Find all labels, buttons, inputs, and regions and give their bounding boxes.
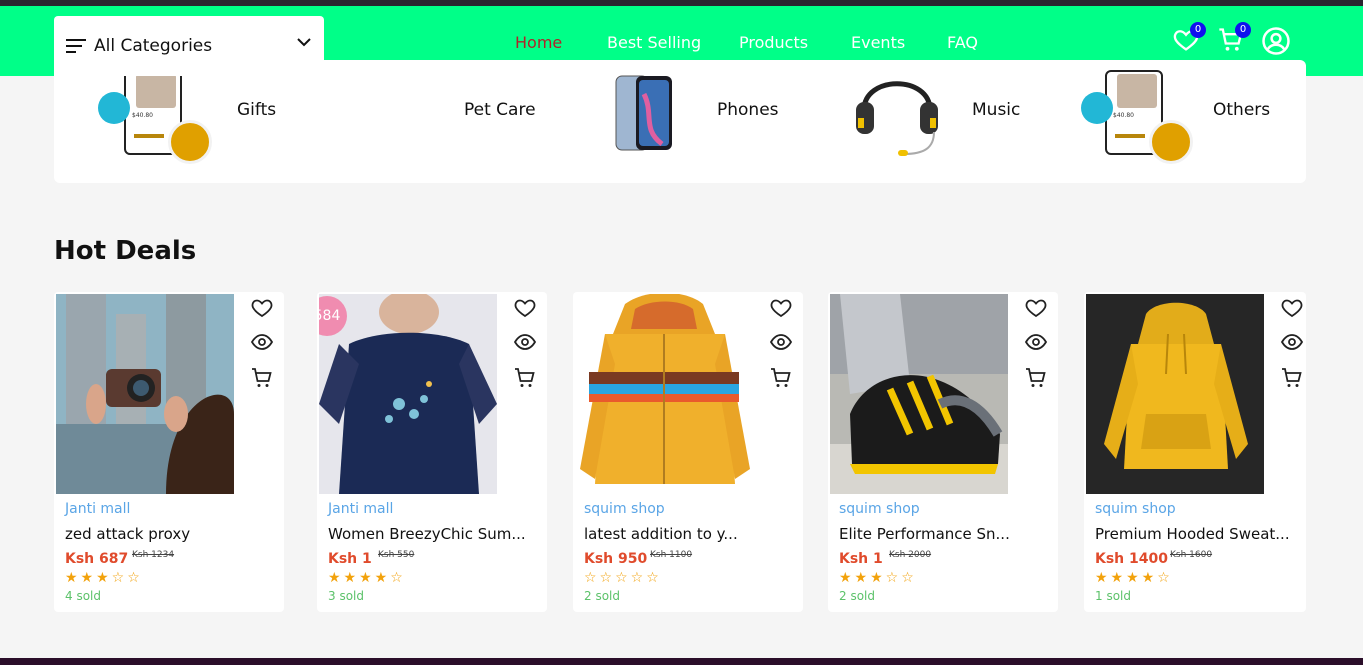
product-price: Ksh 687 — [65, 551, 129, 567]
category-name: Others — [1213, 100, 1271, 120]
shop-name[interactable]: squim shop — [839, 501, 920, 517]
category-others[interactable]: $40.80 Others — [1081, 70, 1291, 166]
wishlist-count-badge: 0 — [1190, 22, 1206, 38]
category-name: Phones — [717, 100, 779, 120]
sold-count: 4 sold — [65, 589, 101, 603]
nav-home[interactable]: Home — [515, 33, 562, 52]
hot-deals-title: Hot Deals — [54, 236, 197, 266]
add-to-cart-icon[interactable] — [513, 366, 537, 390]
original-price: Ksh 1100 — [650, 550, 693, 560]
category-phones[interactable]: Phones — [610, 75, 810, 166]
product-price: Ksh 1 — [839, 551, 883, 567]
product-card[interactable]: squim shop Elite Performance Sn... Ksh 1… — [828, 292, 1058, 612]
footer-strip — [0, 658, 1363, 665]
add-to-cart-icon[interactable] — [1024, 366, 1048, 390]
heart-icon[interactable] — [1280, 296, 1304, 320]
product-card[interactable]: Janti mall zed attack proxy Ksh 687 Ksh … — [54, 292, 284, 612]
category-music[interactable]: Music — [854, 76, 1054, 166]
nav-products[interactable]: Products — [739, 33, 808, 52]
shop-icon — [168, 120, 212, 164]
categories-panel: $40.80 Gifts Pet Care Phones Music $40.8… — [54, 60, 1306, 183]
headphones-thumbnail — [856, 81, 938, 156]
shop-name[interactable]: squim shop — [584, 501, 665, 517]
product-card[interactable]: 584 Janti mall Women BreezyChic Sum... K… — [317, 292, 547, 612]
heart-icon[interactable] — [513, 296, 537, 320]
original-price: Ksh 1600 — [1170, 550, 1213, 560]
product-image — [830, 294, 1008, 494]
cart-count-badge: 0 — [1235, 22, 1251, 38]
rating-stars: ★★★★☆ — [328, 570, 406, 586]
add-to-cart-icon[interactable] — [250, 366, 274, 390]
product-name[interactable]: Women BreezyChic Sum... — [328, 525, 526, 543]
eye-icon[interactable] — [1280, 330, 1304, 354]
original-price: Ksh 2000 — [889, 550, 932, 560]
rating-stars: ★★★☆☆ — [65, 570, 143, 586]
shop-name[interactable]: Janti mall — [65, 501, 130, 517]
product-image — [575, 294, 753, 494]
product-image: 584 — [319, 294, 497, 494]
heart-icon[interactable] — [769, 296, 793, 320]
product-image — [1086, 294, 1264, 494]
heart-icon[interactable] — [1024, 296, 1048, 320]
menu-lines-icon — [66, 39, 86, 53]
product-image — [56, 294, 234, 494]
eye-icon[interactable] — [769, 330, 793, 354]
eye-icon[interactable] — [250, 330, 274, 354]
all-categories-dropdown[interactable]: All Categories — [54, 16, 324, 76]
chevron-down-icon — [297, 38, 311, 47]
nav-events[interactable]: Events — [851, 33, 905, 52]
nav-best-selling[interactable]: Best Selling — [607, 33, 701, 52]
heart-icon[interactable] — [250, 296, 274, 320]
product-name[interactable]: latest addition to y... — [584, 525, 738, 543]
megaphone-icon — [98, 92, 130, 124]
rating-stars: ☆☆☆☆☆ — [584, 570, 662, 586]
original-price: Ksh 1234 — [132, 550, 175, 560]
shop-name[interactable]: squim shop — [1095, 501, 1176, 517]
add-to-cart-icon[interactable] — [1280, 366, 1304, 390]
category-pet-care[interactable]: Pet Care — [434, 76, 554, 166]
profile-button[interactable] — [1261, 26, 1291, 60]
product-name[interactable]: Premium Hooded Sweat... — [1095, 525, 1290, 543]
category-name: Pet Care — [464, 100, 536, 120]
rating-stars: ★★★★☆ — [1095, 570, 1173, 586]
all-categories-label: All Categories — [94, 36, 213, 56]
megaphone-icon — [1081, 92, 1113, 124]
eye-icon[interactable] — [513, 330, 537, 354]
smartphone-thumbnail — [615, 75, 672, 151]
eye-icon[interactable] — [1024, 330, 1048, 354]
shop-icon — [1149, 120, 1193, 164]
shop-name[interactable]: Janti mall — [328, 501, 393, 517]
category-gifts[interactable]: $40.80 Gifts — [98, 70, 298, 166]
category-name: Music — [972, 100, 1021, 120]
sold-count: 2 sold — [584, 589, 620, 603]
original-price: Ksh 550 — [378, 550, 415, 560]
product-card[interactable]: squim shop latest addition to y... Ksh 9… — [573, 292, 803, 612]
wishlist-button[interactable]: 0 — [1172, 22, 1206, 58]
product-price: Ksh 1400 — [1095, 551, 1168, 567]
product-price: Ksh 950 — [584, 551, 648, 567]
user-circle-icon — [1262, 27, 1290, 55]
sold-count: 2 sold — [839, 589, 875, 603]
sold-count: 1 sold — [1095, 589, 1131, 603]
add-to-cart-icon[interactable] — [769, 366, 793, 390]
product-name[interactable]: Elite Performance Sn... — [839, 525, 1010, 543]
product-price: Ksh 1 — [328, 551, 372, 567]
rating-stars: ★★★☆☆ — [839, 570, 917, 586]
product-name[interactable]: zed attack proxy — [65, 525, 190, 543]
nav-faq[interactable]: FAQ — [947, 33, 978, 52]
category-name: Gifts — [237, 100, 277, 120]
product-card[interactable]: squim shop Premium Hooded Sweat... Ksh 1… — [1084, 292, 1306, 612]
cart-button[interactable]: 0 — [1217, 22, 1251, 58]
sold-count: 3 sold — [328, 589, 364, 603]
